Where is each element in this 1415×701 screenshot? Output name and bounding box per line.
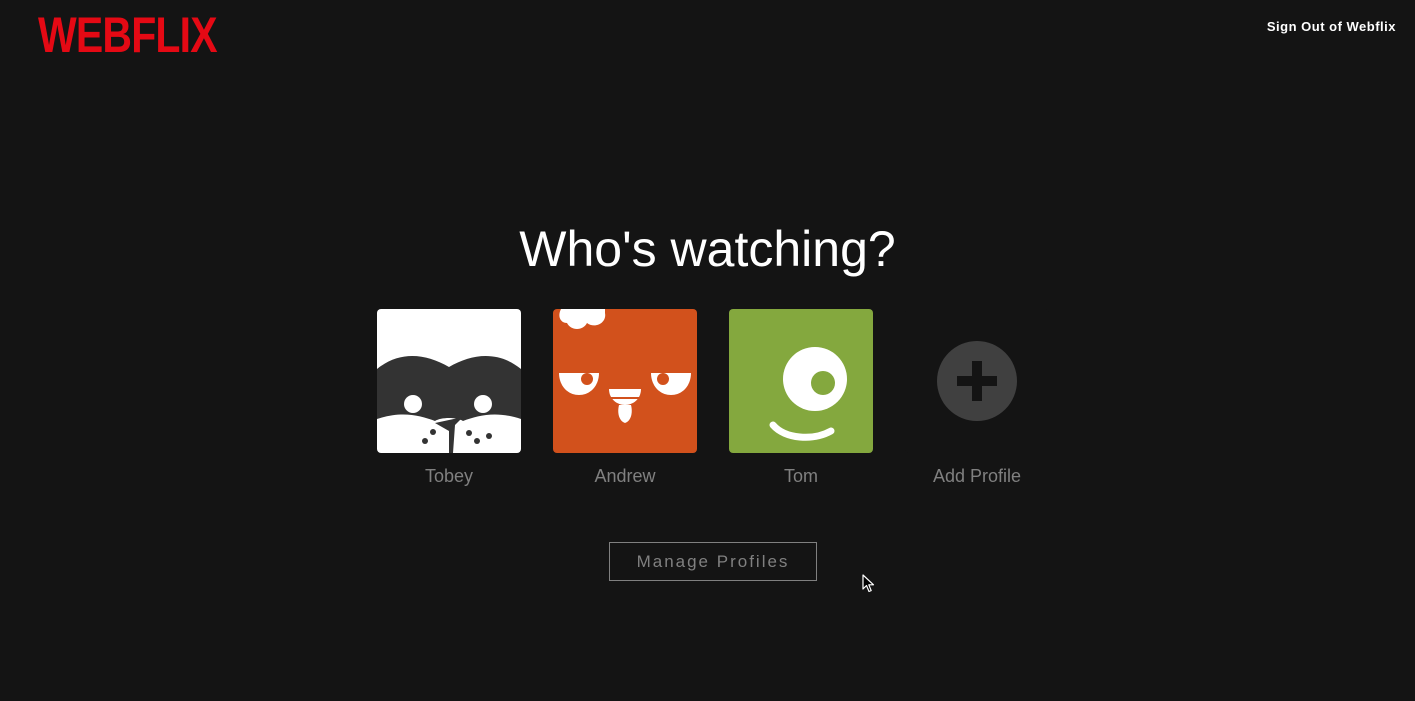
- sign-out-link[interactable]: Sign Out of Webflix: [1267, 19, 1396, 34]
- chicken-face-avatar[interactable]: [553, 309, 697, 453]
- one-eyed-smiley-avatar[interactable]: [729, 309, 873, 453]
- raccoon-mask-avatar[interactable]: [377, 309, 521, 453]
- page-title: Who's watching?: [519, 221, 896, 277]
- profile-name: Tom: [783, 466, 818, 486]
- profile-tobey[interactable]: Tobey: [377, 309, 521, 487]
- logo-text: WEBFLIX: [38, 7, 218, 63]
- mouse-pointer-icon: [862, 574, 876, 599]
- add-profile[interactable]: Add Profile: [905, 309, 1049, 487]
- profile-list: Tobey Andrew Tom Add Profile: [377, 309, 1049, 487]
- webflix-logo[interactable]: WEBFLIX: [38, 10, 218, 60]
- profile-name: Tobey: [424, 466, 474, 486]
- add-profile-button[interactable]: [905, 309, 1049, 453]
- profile-andrew[interactable]: Andrew: [553, 309, 697, 487]
- profile-tom[interactable]: Tom: [729, 309, 873, 487]
- manage-profiles-button[interactable]: Manage Profiles: [609, 542, 817, 581]
- profile-name: Andrew: [594, 466, 656, 486]
- plus-circle-icon: [937, 341, 1017, 421]
- profile-name: Add Profile: [932, 466, 1022, 486]
- profile-selection-page: WEBFLIX Sign Out of Webflix Who's watchi…: [0, 0, 1415, 701]
